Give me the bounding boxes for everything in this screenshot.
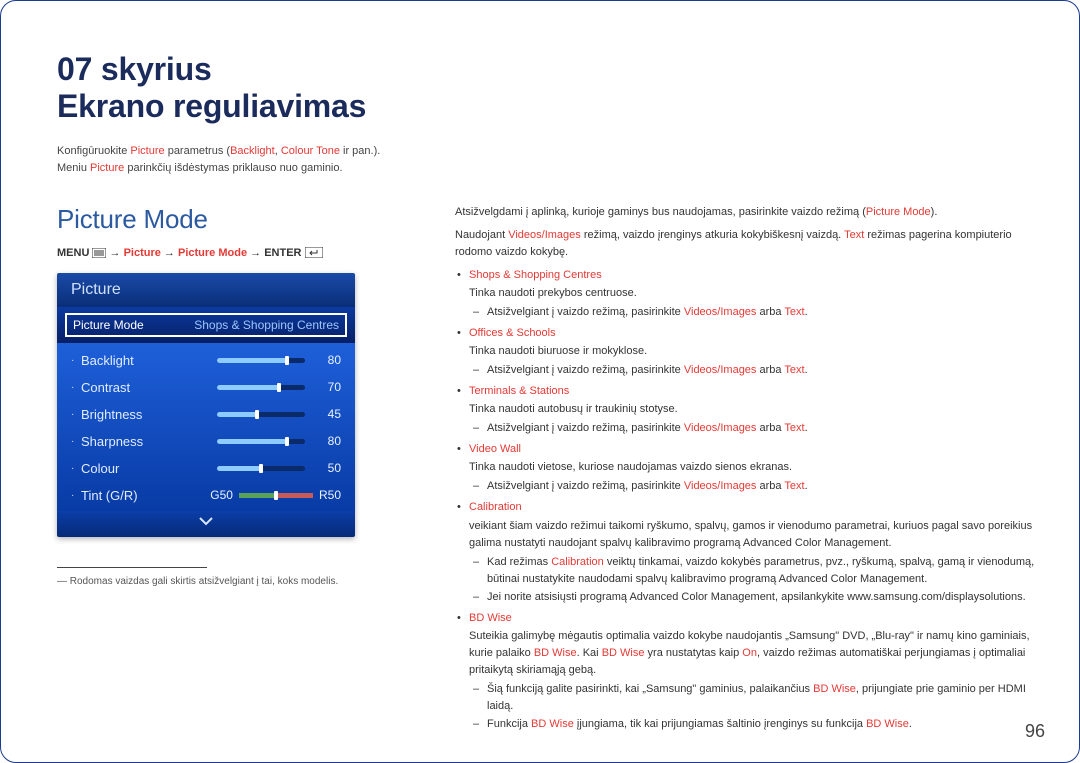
osd-slider-value: 80 xyxy=(313,353,341,367)
osd-slider-value: 70 xyxy=(313,380,341,394)
mode-item: Video WallTinka naudoti vietose, kuriose… xyxy=(455,441,1039,495)
osd-slider-row[interactable]: ·Sharpness80 xyxy=(57,428,355,455)
osd-tint-track[interactable] xyxy=(239,493,313,498)
mode-name: Offices & Schools xyxy=(469,327,556,339)
footnote-rule xyxy=(57,567,207,568)
mode-item: BD WiseSuteikia galimybę mėgautis optima… xyxy=(455,610,1039,733)
mode-sub-item: Atsižvelgiant į vaizdo režimą, pasirinki… xyxy=(469,420,1039,437)
mode-item: Terminals & StationsTinka naudoti autobu… xyxy=(455,383,1039,437)
osd-slider-label: Sharpness xyxy=(81,434,209,449)
section-title: Picture Mode xyxy=(57,204,427,235)
breadcrumb: MENU → Picture → Picture Mode → ENTER xyxy=(57,247,427,259)
osd-slider-track[interactable] xyxy=(217,439,305,444)
osd-slider-row[interactable]: ·Brightness45 xyxy=(57,401,355,428)
osd-slider-row[interactable]: ·Contrast70 xyxy=(57,374,355,401)
mode-sub-item: Atsižvelgiant į vaizdo režimą, pasirinki… xyxy=(469,362,1039,379)
mode-item: Calibrationveikiant šiam vaizdo režimui … xyxy=(455,499,1039,605)
menu-icon xyxy=(92,247,106,259)
osd-panel: Picture Picture Mode Shops & Shopping Ce… xyxy=(57,273,355,537)
osd-slider-track[interactable] xyxy=(217,412,305,417)
osd-slider-value: 45 xyxy=(313,407,341,421)
mode-sub-item: Kad režimas Calibration veiktų tinkamai,… xyxy=(469,554,1039,588)
chapter-title: Ekrano reguliavimas xyxy=(57,88,1039,125)
osd-picture-mode-row[interactable]: Picture Mode Shops & Shopping Centres xyxy=(57,307,355,343)
chapter-number: 07 skyrius xyxy=(57,51,212,87)
osd-slider-label: Colour xyxy=(81,461,209,476)
mode-name: Video Wall xyxy=(469,443,521,455)
mode-sub-item: Atsižvelgiant į vaizdo režimą, pasirinki… xyxy=(469,478,1039,495)
osd-picture-mode-label: Picture Mode xyxy=(73,318,144,332)
chevron-down-icon[interactable] xyxy=(57,511,355,537)
left-column: Picture Mode MENU → Picture → Picture Mo… xyxy=(57,204,427,737)
osd-tint-r: R50 xyxy=(319,488,341,502)
osd-slider-row[interactable]: ·Backlight80 xyxy=(57,347,355,374)
osd-tint-g: G50 xyxy=(210,488,233,502)
osd-slider-value: 50 xyxy=(313,461,341,475)
osd-slider-label: Backlight xyxy=(81,353,209,368)
mode-sub-item: Šią funkciją galite pasirinkti, kai „Sam… xyxy=(469,681,1039,715)
osd-slider-label: Brightness xyxy=(81,407,209,422)
osd-slider-label: Contrast xyxy=(81,380,209,395)
mode-item: Offices & SchoolsTinka naudoti biuruose … xyxy=(455,325,1039,379)
mode-name: Shops & Shopping Centres xyxy=(469,269,602,281)
osd-slider-track[interactable] xyxy=(217,358,305,363)
osd-slider-track[interactable] xyxy=(217,466,305,471)
osd-slider-value: 80 xyxy=(313,434,341,448)
osd-slider-track[interactable] xyxy=(217,385,305,390)
intro-text: Konfigūruokite Picture parametrus (Backl… xyxy=(57,143,1039,178)
osd-tint-row[interactable]: ·Tint (G/R)G50R50 xyxy=(57,482,355,509)
osd-tint-label: Tint (G/R) xyxy=(81,488,210,503)
mode-name: BD Wise xyxy=(469,612,512,624)
page-number: 96 xyxy=(1025,721,1045,742)
mode-sub-item: Funkcija BD Wise įjungiama, tik kai prij… xyxy=(469,716,1039,733)
mode-sub-item: Jei norite atsisiųsti programą Advanced … xyxy=(469,589,1039,606)
mode-sub-item: Atsižvelgiant į vaizdo režimą, pasirinki… xyxy=(469,304,1039,321)
mode-item: Shops & Shopping CentresTinka naudoti pr… xyxy=(455,267,1039,321)
osd-picture-mode-value: Shops & Shopping Centres xyxy=(194,318,339,332)
mode-name: Terminals & Stations xyxy=(469,385,569,397)
enter-icon xyxy=(305,247,323,259)
manual-page: 07 skyrius Ekrano reguliavimas Konfigūru… xyxy=(0,0,1080,763)
osd-slider-row[interactable]: ·Colour50 xyxy=(57,455,355,482)
right-column: Atsižvelgdami į aplinką, kurioje gaminys… xyxy=(427,204,1039,737)
chapter-heading: 07 skyrius Ekrano reguliavimas xyxy=(57,51,1039,125)
mode-name: Calibration xyxy=(469,501,522,513)
footnote: ― Rodomas vaizdas gali skirtis atsižvelg… xyxy=(57,576,427,587)
osd-header: Picture xyxy=(57,273,355,307)
